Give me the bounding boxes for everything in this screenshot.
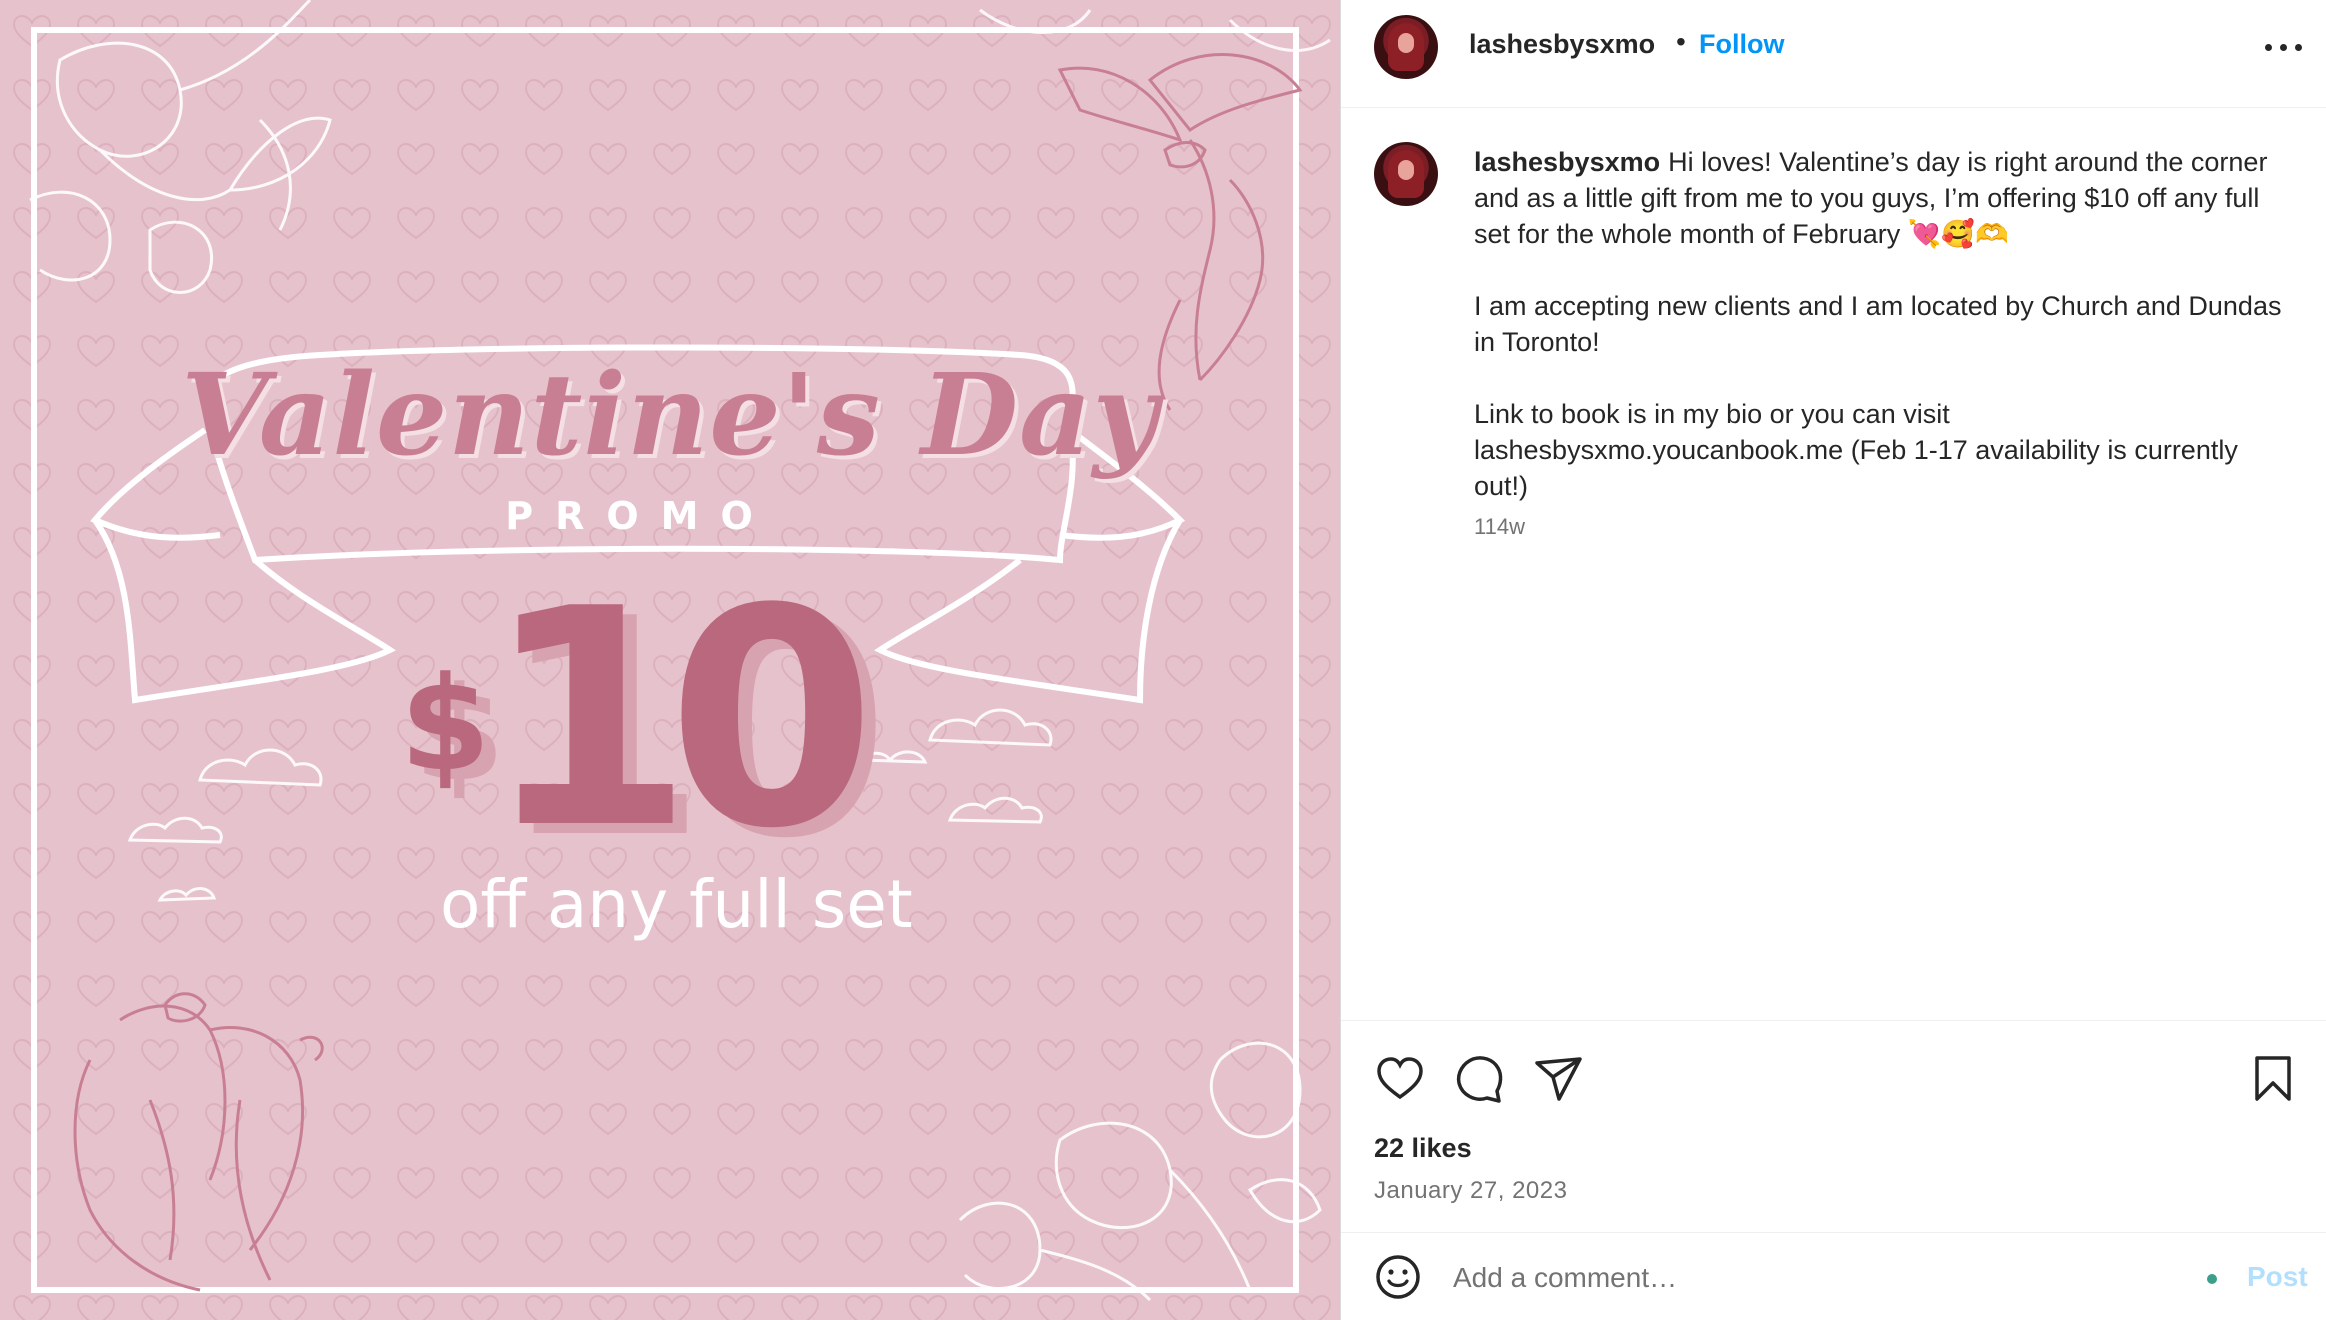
share-icon[interactable] (1533, 1053, 1585, 1105)
heart-icon[interactable] (1374, 1053, 1426, 1105)
comment-icon[interactable] (1453, 1053, 1505, 1105)
post-side-panel: lashesbysxmo • Follow lashesbysxmo Hi lov… (1340, 0, 2326, 1320)
promo-offer: off any full set (440, 866, 913, 943)
caption-text: lashesbysxmo Hi loves! Valentine’s day is… (1474, 144, 2294, 540)
bookmark-icon[interactable] (2247, 1053, 2299, 1105)
actions-bar: 22 likes January 27, 2023 (1341, 1020, 2326, 1232)
caption-paragraph-2: I am accepting new clients and I am loca… (1474, 291, 2282, 357)
post-image[interactable]: Valentine's Day PROMO $10 off any full s… (0, 0, 1340, 1320)
avatar[interactable] (1374, 15, 1438, 79)
caption-time-ago[interactable]: 114w (1474, 514, 1525, 540)
promo-currency: $ (400, 648, 491, 800)
post-date: January 27, 2023 (1374, 1177, 1568, 1204)
caption-avatar[interactable] (1374, 142, 1438, 206)
caption-username[interactable]: lashesbysxmo (1474, 147, 1660, 177)
header-username[interactable]: lashesbysxmo (1469, 29, 1655, 60)
promo-script-title: Valentine's Day (181, 350, 1159, 481)
smiley-icon[interactable] (1374, 1253, 1422, 1301)
status-dot (2207, 1274, 2217, 1284)
caption-paragraph-3: Link to book is in my bio or you can vis… (1474, 399, 2238, 501)
promo-subtitle: PROMO (505, 494, 775, 538)
follow-button[interactable]: Follow (1699, 29, 1784, 60)
post-button[interactable]: Post (2247, 1261, 2308, 1293)
promo-number: 10 (484, 545, 876, 894)
comment-input[interactable] (1451, 1255, 2135, 1301)
likes-count[interactable]: 22 likes (1374, 1133, 1472, 1164)
more-options-icon[interactable] (2259, 22, 2309, 72)
post-header: lashesbysxmo • Follow (1341, 0, 2326, 108)
promo-amount: $10 (400, 570, 876, 870)
comment-bar: Post (1341, 1232, 2326, 1320)
caption-section: lashesbysxmo Hi loves! Valentine’s day is… (1341, 108, 2326, 1020)
separator-dot: • (1676, 26, 1686, 57)
